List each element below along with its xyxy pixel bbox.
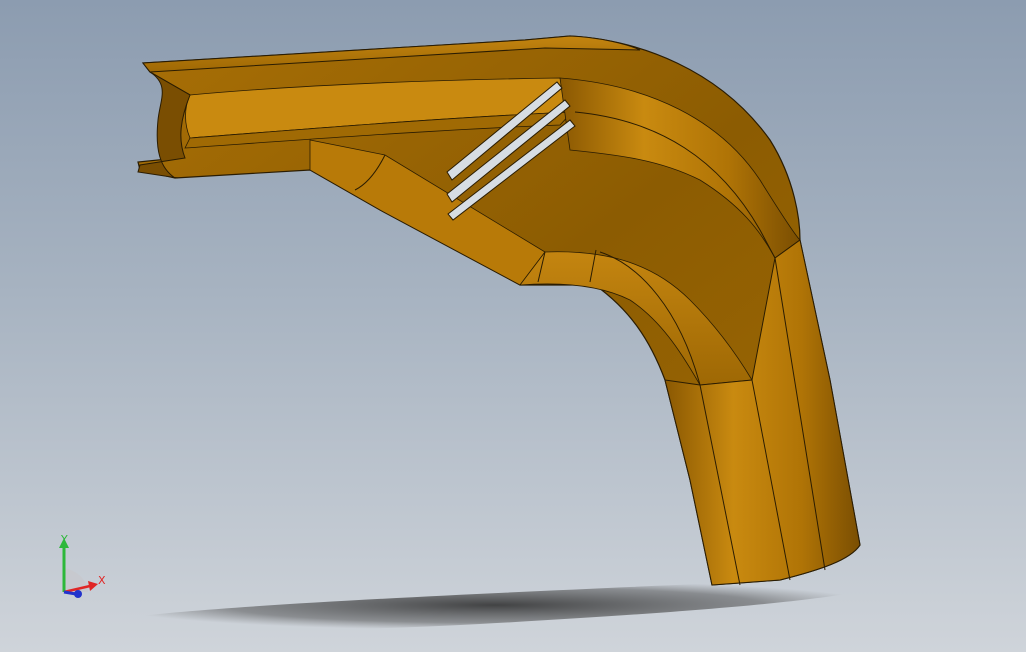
x-axis-arrow (88, 581, 98, 591)
y-axis-label: Y (61, 533, 68, 546)
triad-graphic (59, 538, 98, 598)
x-axis-label: X (98, 574, 106, 587)
model-shadow (110, 579, 880, 631)
z-axis-ball (74, 590, 82, 598)
model-scene[interactable] (0, 0, 1026, 652)
orientation-triad[interactable]: Y X (50, 530, 114, 602)
graphics-viewport[interactable]: Y X (0, 0, 1026, 652)
